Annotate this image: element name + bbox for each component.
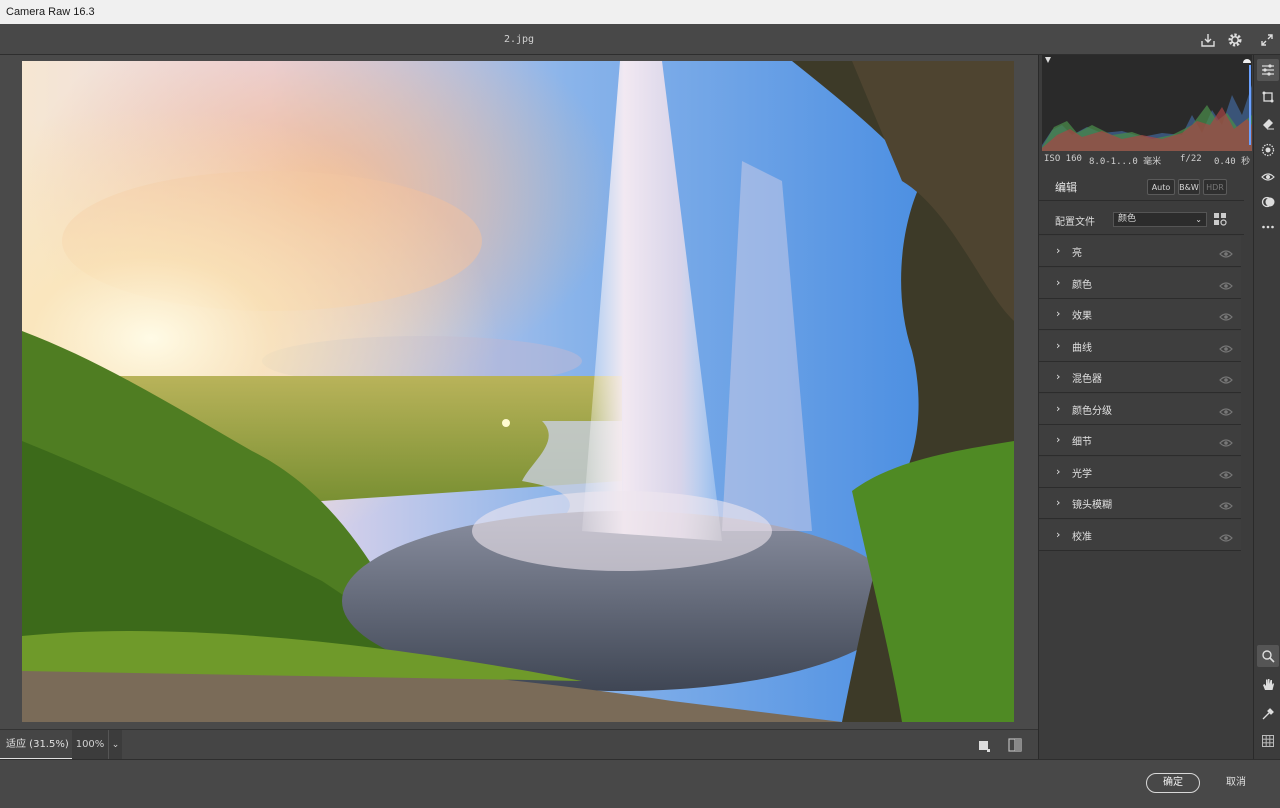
section-label: 细节 — [1072, 437, 1092, 448]
panel-section[interactable]: › 光学 — [1039, 456, 1241, 488]
view-toolbar: 适应 (31.5%) 100% ⌄ — [0, 729, 1038, 760]
chevron-right-icon: › — [1056, 370, 1061, 383]
crop-icon[interactable] — [1257, 86, 1279, 108]
section-label: 光学 — [1072, 468, 1092, 480]
panel-section[interactable]: › 细节 — [1039, 425, 1241, 456]
exif-aperture: f/22 — [1180, 154, 1202, 164]
zoom-dropdown[interactable]: ⌄ — [108, 730, 122, 760]
profile-row: 配置文件 颜色 ⌄ — [1039, 202, 1244, 235]
fit-zoom-button[interactable]: 适应 (31.5%) — [0, 730, 72, 760]
bw-button[interactable]: B&W — [1178, 179, 1200, 195]
edit-sliders-icon[interactable] — [1257, 59, 1279, 81]
chevron-right-icon: › — [1056, 338, 1061, 352]
panel-section[interactable]: › 镜头模糊 — [1039, 488, 1241, 519]
zoom-tool-icon[interactable] — [1257, 645, 1279, 667]
section-label: 镜头模糊 — [1072, 500, 1112, 511]
zoom-100-button[interactable]: 100% — [72, 730, 108, 760]
panel-section[interactable]: › 曲线 — [1039, 330, 1241, 362]
visibility-eye-icon[interactable] — [1219, 245, 1233, 258]
save-icon[interactable] — [1197, 29, 1219, 51]
ok-button[interactable]: 确定 — [1146, 773, 1200, 793]
profile-browser-icon[interactable] — [1213, 211, 1227, 226]
panel-section[interactable]: › 混色器 — [1039, 362, 1241, 393]
chevron-right-icon: › — [1056, 275, 1061, 289]
visibility-eye-icon[interactable] — [1219, 497, 1233, 510]
dialog-footer: 确定 取消 — [0, 759, 1280, 808]
panel-section[interactable]: › 颜色 — [1039, 267, 1241, 299]
section-label: 混色器 — [1072, 374, 1102, 385]
section-label: 校准 — [1072, 531, 1092, 543]
before-after-toggle-icon[interactable] — [977, 738, 991, 752]
exif-info: ISO 160 8.0-1...0 毫米 f/22 0.40 秒 — [1039, 151, 1254, 167]
window-title: Camera Raw 16.3 — [0, 0, 1280, 24]
color-sampler-icon[interactable] — [1257, 703, 1279, 725]
hdr-button[interactable]: HDR — [1203, 179, 1227, 195]
tool-strip — [1253, 55, 1280, 759]
more-icon[interactable] — [1257, 216, 1279, 238]
profile-select[interactable]: 颜色 ⌄ — [1113, 212, 1207, 227]
chevron-right-icon: › — [1056, 433, 1061, 446]
edit-panel: ISO 160 8.0-1...0 毫米 f/22 0.40 秒 编辑 Auto… — [1038, 55, 1253, 759]
section-label: 亮 — [1072, 248, 1082, 259]
visibility-eye-icon[interactable] — [1219, 371, 1233, 384]
mask-icon[interactable] — [1257, 139, 1279, 161]
gear-icon[interactable] — [1224, 29, 1246, 51]
visibility-eye-icon[interactable] — [1219, 340, 1233, 353]
visibility-eye-icon[interactable] — [1219, 308, 1233, 321]
hand-tool-icon[interactable] — [1257, 673, 1279, 695]
red-eye-icon[interactable] — [1257, 166, 1279, 188]
section-label: 效果 — [1072, 311, 1092, 322]
visibility-eye-icon[interactable] — [1219, 466, 1233, 479]
panel-section[interactable]: › 亮 — [1039, 236, 1241, 267]
histogram — [1042, 55, 1252, 151]
section-label: 颜色 — [1072, 279, 1092, 291]
chevron-right-icon: › — [1056, 464, 1061, 478]
panel-section[interactable]: › 颜色分级 — [1039, 393, 1241, 425]
edit-header: 编辑 Auto B&W HDR — [1039, 171, 1244, 201]
preview-image[interactable] — [22, 61, 1014, 722]
panel-section[interactable]: › 效果 — [1039, 299, 1241, 330]
chevron-right-icon: › — [1056, 401, 1061, 415]
presets-icon[interactable] — [1257, 191, 1279, 213]
edit-title: 编辑 — [1055, 181, 1077, 194]
exif-lens: 8.0-1...0 毫米 — [1089, 157, 1162, 167]
highlight-clipping-icon — [1243, 59, 1251, 63]
panel-section[interactable]: › 校准 — [1039, 519, 1241, 551]
chevron-right-icon: › — [1056, 244, 1061, 257]
file-name: 2.jpg — [503, 34, 535, 45]
file-header: 2.jpg — [0, 24, 1280, 55]
exif-shutter: 0.40 秒 — [1214, 157, 1251, 167]
section-label: 曲线 — [1072, 342, 1092, 354]
chevron-down-icon: ⌄ — [1195, 215, 1202, 224]
grid-overlay-icon[interactable] — [1257, 730, 1279, 752]
visibility-eye-icon[interactable] — [1219, 434, 1233, 447]
visibility-eye-icon[interactable] — [1219, 403, 1233, 416]
fullscreen-icon[interactable] — [1256, 29, 1278, 51]
eraser-icon[interactable] — [1257, 112, 1279, 134]
image-viewer[interactable] — [0, 55, 1038, 729]
section-label: 颜色分级 — [1072, 405, 1112, 417]
cancel-button[interactable]: 取消 — [1216, 773, 1256, 793]
chevron-right-icon: › — [1056, 496, 1061, 509]
visibility-eye-icon[interactable] — [1219, 529, 1233, 542]
profile-label: 配置文件 — [1055, 217, 1095, 228]
chevron-down-icon: ⌄ — [111, 740, 120, 750]
chevron-right-icon: › — [1056, 527, 1061, 541]
chevron-right-icon: › — [1056, 307, 1061, 320]
visibility-eye-icon[interactable] — [1219, 277, 1233, 290]
auto-button[interactable]: Auto — [1147, 179, 1175, 195]
profile-value: 颜色 — [1118, 214, 1137, 224]
compare-view-icon[interactable] — [1007, 737, 1023, 753]
shadow-clipping-icon — [1045, 57, 1051, 63]
exif-iso: ISO 160 — [1044, 154, 1082, 164]
